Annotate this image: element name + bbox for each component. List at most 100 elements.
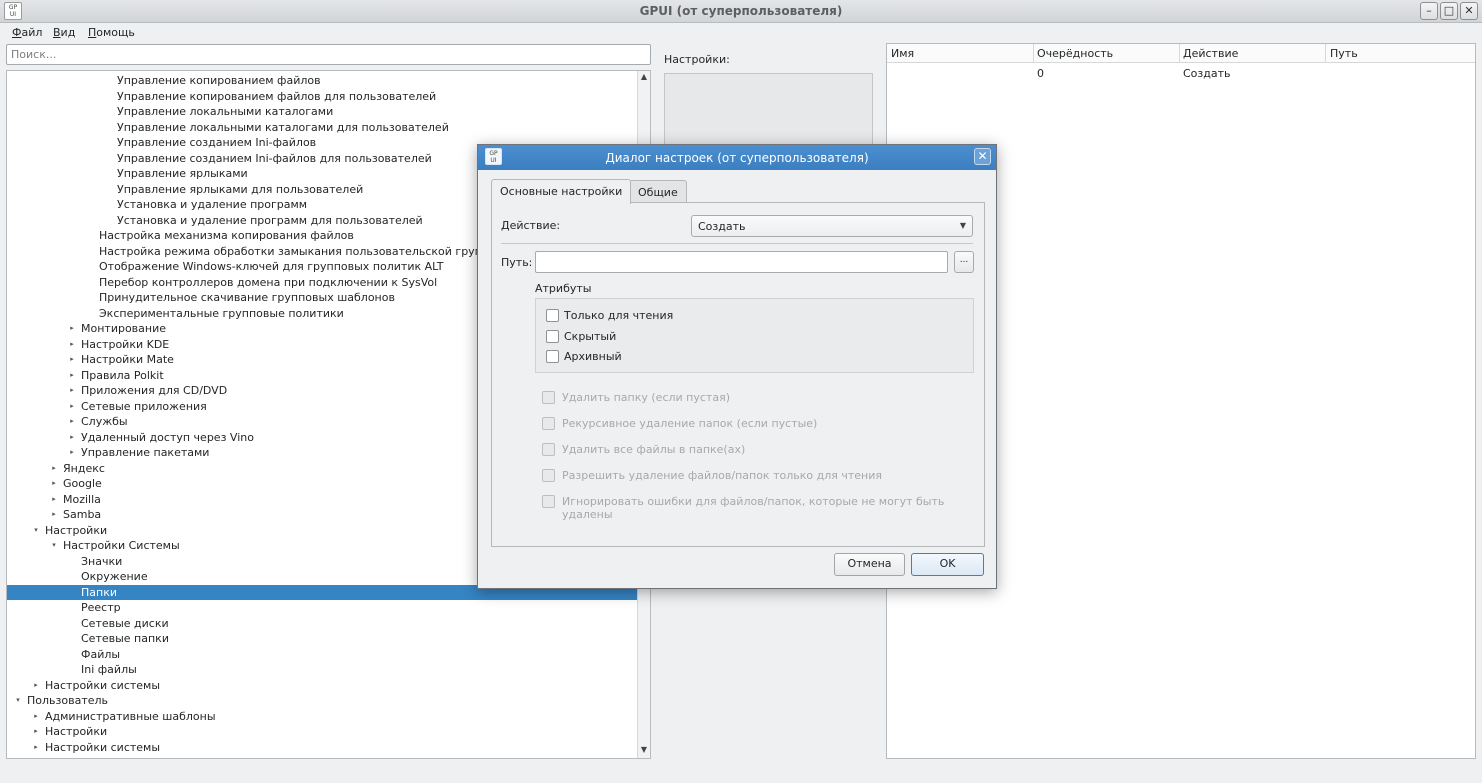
collapsed-arrow-icon[interactable]: ▸ (31, 678, 41, 694)
collapsed-arrow-icon[interactable]: ▸ (67, 337, 77, 353)
tree-item-label: Правила Polkit (81, 368, 164, 382)
tree-item-label: Управление созданием Ini-файлов для поль… (117, 151, 432, 165)
tree-item[interactable]: Управление копированием файлов для польз… (7, 89, 639, 105)
tree-item-label: Управление ярлыками для пользователей (117, 182, 364, 196)
tree-item[interactable]: Управление локальными каталогами для пол… (7, 120, 639, 136)
tree-item[interactable]: Реестр (7, 600, 639, 616)
tab-main-settings[interactable]: Основные настройки (491, 179, 632, 204)
menu-view[interactable]: Вид (53, 26, 75, 39)
expanded-arrow-icon[interactable]: ▾ (31, 523, 41, 539)
recursive-delete-label: Рекурсивное удаление папок (если пустые) (562, 417, 818, 430)
collapsed-arrow-icon[interactable]: ▸ (31, 709, 41, 725)
tree-item-label: Ini файлы (81, 663, 137, 676)
tree-item-label: Приложения для CD/DVD (81, 384, 228, 397)
maximize-button[interactable]: □ (1440, 2, 1458, 20)
tree-item[interactable]: Файлы (7, 647, 639, 663)
tree-item-label: Настройки Системы (63, 539, 180, 552)
tree-item-label: Службы (81, 415, 128, 428)
tree-item[interactable]: Сетевые папки (7, 631, 639, 647)
menu-help[interactable]: Помощь (88, 26, 135, 39)
tree-item-label: Настройки системы (45, 678, 161, 692)
column-header-path[interactable]: Путь (1330, 47, 1358, 60)
tree-item-label: Значки (81, 554, 123, 568)
tree-item[interactable]: ▾ Пользователь (7, 693, 639, 709)
collapsed-arrow-icon[interactable]: ▸ (67, 430, 77, 446)
collapsed-arrow-icon[interactable]: ▸ (31, 724, 41, 740)
search-input[interactable]: Поиск... (6, 44, 651, 65)
close-button[interactable]: ✕ (1460, 2, 1478, 20)
tree-item-label: Сетевые приложения (81, 399, 207, 413)
collapsed-arrow-icon[interactable]: ▸ (49, 461, 59, 477)
tree-item-label: Настройки KDE (81, 337, 170, 351)
collapsed-arrow-icon[interactable]: ▸ (67, 368, 77, 384)
cancel-button[interactable]: Отмена (834, 553, 905, 576)
hidden-label[interactable]: Скрытый (564, 330, 616, 343)
tree-item-label: Управление локальными каталогами (117, 105, 334, 118)
expanded-arrow-icon[interactable]: ▾ (13, 693, 23, 709)
tree-item[interactable]: Ini файлы (7, 662, 639, 678)
dialog-close-button[interactable]: ✕ (974, 148, 991, 165)
tree-item[interactable]: ▸ Административные шаблоны (7, 709, 639, 725)
dialog-titlebar[interactable]: GP UI Диалог настроек (от суперпользоват… (478, 145, 996, 170)
scroll-up-icon[interactable]: ▲ (638, 72, 650, 84)
tree-item[interactable]: Управление копированием файлов (7, 73, 639, 89)
collapsed-arrow-icon[interactable]: ▸ (67, 352, 77, 368)
collapsed-arrow-icon[interactable]: ▸ (67, 383, 77, 399)
tab-panel: Действие: Создать ▼ Путь: ... Атрибуты Т… (491, 202, 985, 547)
minimize-button[interactable]: – (1420, 2, 1438, 20)
tree-item-label: Сетевые папки (81, 632, 169, 645)
tree-item-label: Управление копированием файлов (117, 74, 321, 87)
tree-item-label: Пользователь (27, 694, 109, 707)
tree-item-label: Яндекс (63, 461, 105, 475)
archive-label[interactable]: Архивный (564, 350, 622, 363)
close-icon: ✕ (1464, 4, 1474, 17)
collapsed-arrow-icon[interactable]: ▸ (31, 740, 41, 756)
ignore-errors-label: Игнорировать ошибки для файлов/папок, ко… (562, 495, 945, 521)
collapsed-arrow-icon[interactable]: ▸ (49, 492, 59, 508)
minimize-icon: – (1426, 4, 1432, 17)
allow-readonly-delete-checkbox[interactable] (542, 469, 555, 482)
collapsed-arrow-icon[interactable]: ▸ (67, 414, 77, 430)
column-header-order[interactable]: Очерёдность (1037, 47, 1113, 60)
collapsed-arrow-icon[interactable]: ▸ (49, 476, 59, 492)
cancel-button-label: Отмена (847, 557, 892, 570)
browse-button[interactable]: ... (954, 251, 974, 273)
expanded-arrow-icon[interactable]: ▾ (49, 538, 59, 554)
archive-checkbox[interactable] (546, 350, 559, 363)
collapsed-arrow-icon[interactable]: ▸ (67, 321, 77, 337)
window-titlebar[interactable]: GP UI GPUI (от суперпользователя) – □ ✕ (0, 0, 1482, 23)
tree-item-label: Управление созданием Ini-файлов (117, 136, 317, 149)
delete-folder-checkbox[interactable] (542, 391, 555, 404)
recursive-delete-checkbox[interactable] (542, 417, 555, 430)
tree-item[interactable]: ▸ Настройки системы (7, 678, 639, 694)
tab-common[interactable]: Общие (629, 180, 687, 204)
delete-all-files-checkbox[interactable] (542, 443, 555, 456)
tree-item-label: Настройка механизма копирования файлов (99, 229, 354, 242)
tree-item[interactable]: Управление локальными каталогами (7, 104, 639, 120)
tree-item[interactable]: ▸ Настройки системы (7, 740, 639, 756)
action-select[interactable]: Создать ▼ (691, 215, 973, 237)
tree-item-label: Установка и удаление программ для пользо… (117, 213, 423, 227)
path-input[interactable] (535, 251, 948, 273)
tree-item-label: Настройки (45, 725, 108, 738)
column-header-name[interactable]: Имя (891, 47, 914, 60)
tree-item-label: Отображение Windows-ключей для групповых… (99, 260, 444, 273)
ignore-errors-checkbox[interactable] (542, 495, 555, 508)
readonly-label[interactable]: Только для чтения (564, 309, 673, 322)
tree-item-label: Управление локальными каталогами для пол… (117, 120, 449, 134)
collapsed-arrow-icon[interactable]: ▸ (49, 507, 59, 523)
collapsed-arrow-icon[interactable]: ▸ (67, 399, 77, 415)
tree-item-label: Окружение (81, 570, 148, 583)
close-icon: ✕ (977, 149, 988, 163)
menu-file[interactable]: Файл (12, 26, 42, 39)
tree-item[interactable]: Сетевые диски (7, 616, 639, 632)
hidden-checkbox[interactable] (546, 330, 559, 343)
readonly-checkbox[interactable] (546, 309, 559, 322)
tree-item-label: Удаленный доступ через Vino (81, 430, 254, 444)
tree-item[interactable]: ▸ Настройки (7, 724, 639, 740)
column-header-action[interactable]: Действие (1183, 47, 1238, 60)
ok-button[interactable]: OK (911, 553, 984, 576)
collapsed-arrow-icon[interactable]: ▸ (67, 445, 77, 461)
table-header: Имя Очерёдность Действие Путь (887, 44, 1475, 63)
scroll-down-icon[interactable]: ▼ (638, 745, 650, 757)
